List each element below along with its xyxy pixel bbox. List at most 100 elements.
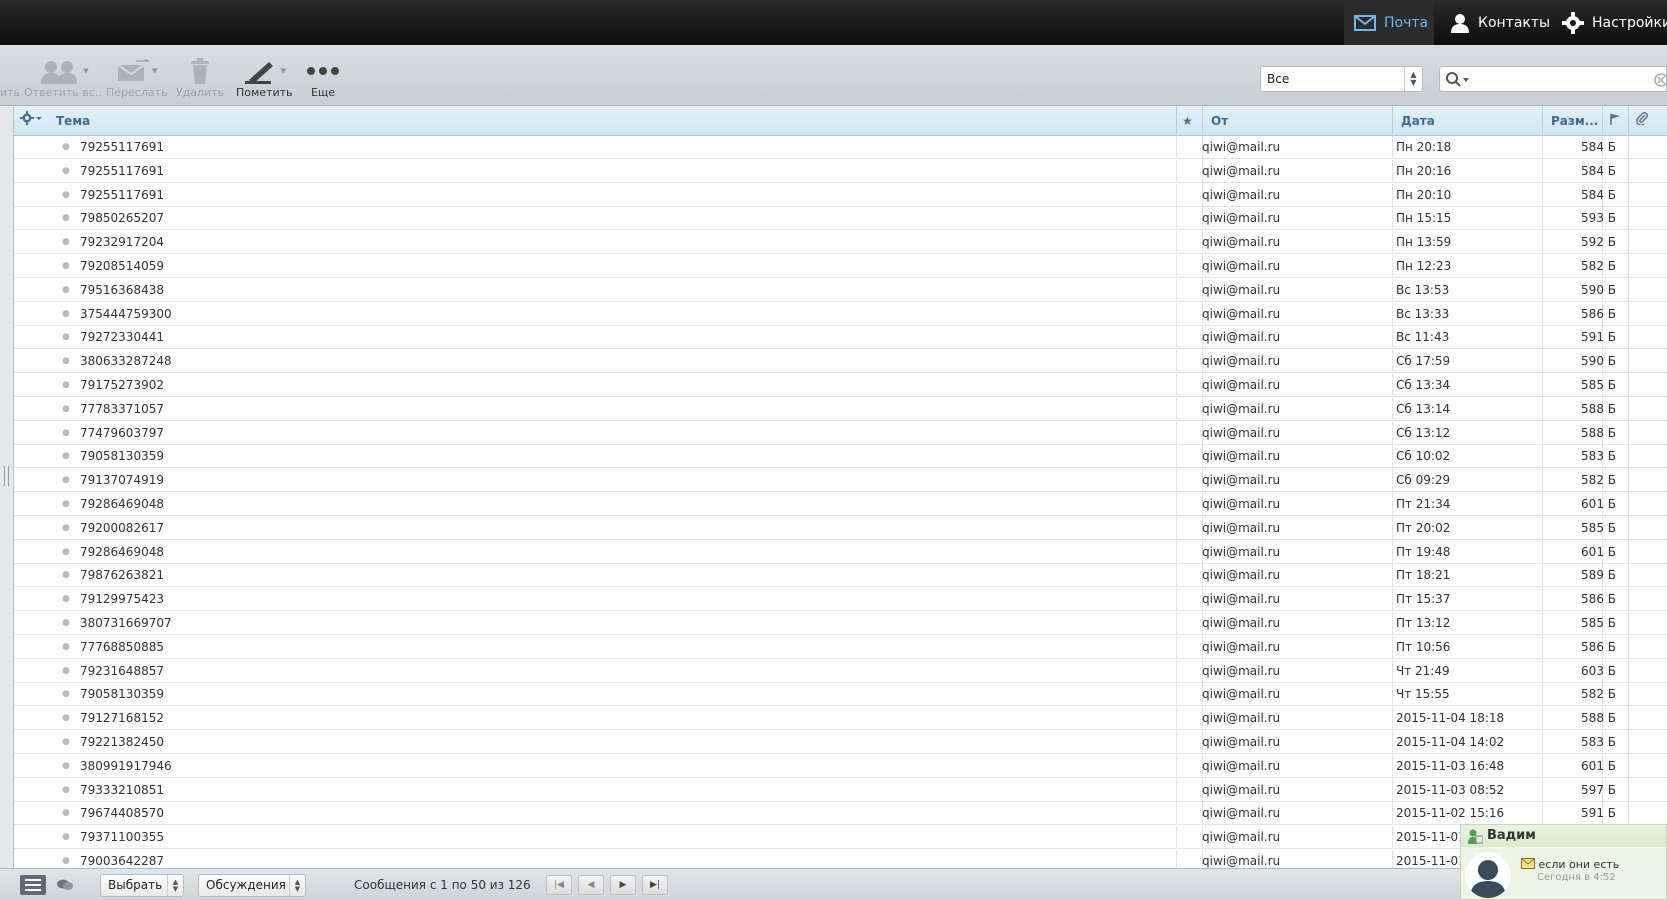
row-size: 582 Б	[1581, 473, 1616, 488]
table-row[interactable]: ● 380633287248 qiwi@mail.ru Сб 17:59 590 Б	[14, 350, 1667, 374]
column-from[interactable]: От	[1202, 106, 1392, 136]
column-size[interactable]: Разм...	[1542, 106, 1602, 136]
table-row[interactable]: ● 79058130359 qiwi@mail.ru Чт 15:55 582 Б	[14, 683, 1667, 707]
message-list: ● 79255117691 qiwi@mail.ru Пн 20:18 584 Б ● 79…	[14, 136, 1667, 868]
column-subject[interactable]: Тема	[48, 106, 1176, 136]
search-input[interactable]	[1439, 66, 1667, 92]
more-button[interactable]: Еще	[306, 56, 340, 102]
table-row[interactable]: ● 79231648857 qiwi@mail.ru Чт 21:49 603 Б	[14, 659, 1667, 683]
last-page-button[interactable]: ▶|	[642, 875, 668, 895]
column-flag[interactable]	[1602, 106, 1628, 136]
table-row[interactable]: ● 79333210851 qiwi@mail.ru 2015-11-03 08:52…	[14, 778, 1667, 802]
clear-search-icon[interactable]	[1654, 73, 1667, 87]
table-row[interactable]: ● 79286469048 qiwi@mail.ru Пт 19:48 601 Б	[14, 540, 1667, 564]
column-subject-label: Тема	[56, 114, 91, 128]
table-row[interactable]: ● 79232917204 qiwi@mail.ru Пн 13:59 592 Б	[14, 231, 1667, 255]
table-row[interactable]: ● 79221382450 qiwi@mail.ru 2015-11-04 14:02…	[14, 731, 1667, 754]
table-row[interactable]: ● 77768850885 qiwi@mail.ru Пт 10:56 586 Б	[14, 635, 1667, 659]
column-divider	[1392, 540, 1393, 563]
reply-all-button[interactable]: ▼ Ответить вс..	[24, 56, 102, 102]
table-row[interactable]: ● 380991917946 qiwi@mail.ru 2015-11-03 16:4…	[14, 754, 1667, 778]
nav-settings[interactable]: Настройки	[1562, 0, 1667, 45]
select-dropdown[interactable]: Выбрать ▲ ▼	[100, 874, 184, 897]
table-row[interactable]: ● 79200082617 qiwi@mail.ru Пт 20:02 585 Б	[14, 516, 1667, 540]
delete-button[interactable]: Удалить	[176, 56, 224, 102]
table-row[interactable]: ● 375444759300 qiwi@mail.ru Вс 13:33 586 Б	[14, 302, 1667, 326]
table-row[interactable]: ● 77783371057 qiwi@mail.ru Сб 13:14 588 Б	[14, 397, 1667, 421]
table-row[interactable]: ● 79208514059 qiwi@mail.ru Пн 12:23 582 Б	[14, 255, 1667, 278]
table-row[interactable]: ● 79371100355 qiwi@mail.ru 2015-11-01 19:34…	[14, 826, 1667, 850]
threads-dropdown[interactable]: Обсуждения ▲ ▼	[198, 874, 306, 897]
list-view-button[interactable]	[20, 875, 46, 895]
mark-button[interactable]: ▼ Пометить	[236, 56, 293, 102]
nav-contacts[interactable]: Контакты	[1450, 0, 1550, 45]
table-row[interactable]: ● 79876263821 qiwi@mail.ru Пт 18:21 589 Б	[14, 564, 1667, 588]
row-date: Пт 21:34	[1396, 497, 1451, 511]
table-row[interactable]: ● 79255117691 qiwi@mail.ru Пн 20:16 584 Б	[14, 159, 1667, 183]
row-size: 582 Б	[1581, 259, 1616, 273]
chat-header[interactable]: Вадим	[1461, 825, 1666, 847]
chat-message: если они есть	[1521, 858, 1619, 871]
reply-button[interactable]: ить	[0, 56, 20, 102]
column-date[interactable]: Дата	[1392, 106, 1542, 136]
nav-mail[interactable]: Почта	[1344, 0, 1434, 45]
prev-page-icon: ◀	[587, 880, 595, 890]
column-divider	[1628, 231, 1629, 254]
more-dots-icon	[307, 67, 339, 75]
row-from: qiwi@mail.ru	[1202, 401, 1281, 416]
table-row[interactable]: ● 79272330441 qiwi@mail.ru Вс 11:43 591 Б	[14, 326, 1667, 350]
row-date: Пт 15:37	[1396, 592, 1451, 607]
column-divider	[1628, 350, 1629, 373]
column-divider	[1392, 659, 1393, 682]
column-flagged-star[interactable]: ★	[1176, 106, 1202, 136]
column-divider	[1542, 326, 1543, 349]
table-row[interactable]: ● 79255117691 qiwi@mail.ru Пн 20:10 584 Б	[14, 183, 1667, 207]
row-from: qiwi@mail.ru	[1202, 663, 1281, 678]
prev-page-button[interactable]: ◀	[578, 875, 604, 895]
table-row[interactable]: ● 79850265207 qiwi@mail.ru Пн 15:15 593 Б	[14, 207, 1667, 231]
row-subject: 380991917946	[80, 758, 172, 773]
filter-select[interactable]: Все ▲ ▼	[1260, 66, 1423, 92]
flag-icon	[1610, 114, 1620, 125]
row-from: qiwi@mail.ru	[1202, 520, 1281, 535]
table-row[interactable]: ● 79129975423 qiwi@mail.ru Пт 15:37 586 Б	[14, 588, 1667, 612]
column-divider	[1628, 397, 1629, 420]
read-status-dot: ●	[62, 403, 70, 414]
first-page-button[interactable]: |◀	[546, 875, 572, 895]
column-divider	[1542, 445, 1543, 468]
table-row[interactable]: ● 79058130359 qiwi@mail.ru Сб 10:02 583 Б	[14, 445, 1667, 469]
table-row[interactable]: ● 380731669707 qiwi@mail.ru Пт 13:12 585 Б	[14, 612, 1667, 635]
chat-notification[interactable]: Вадим если они есть Сегодня в 4:52	[1460, 824, 1667, 900]
row-subject: 79255117691	[80, 187, 164, 202]
table-row[interactable]: ● 79674408570 qiwi@mail.ru 2015-11-02 15:16…	[14, 802, 1667, 826]
row-date: Пн 20:10	[1396, 187, 1452, 202]
row-size: 584 Б	[1581, 140, 1616, 154]
column-divider	[1542, 207, 1543, 230]
column-divider	[1176, 588, 1177, 611]
row-from: qiwi@mail.ru	[1202, 449, 1281, 464]
column-divider	[1176, 540, 1177, 563]
column-attachment[interactable]	[1628, 106, 1667, 136]
table-row[interactable]: ● 79286469048 qiwi@mail.ru Пт 21:34 601 Б	[14, 493, 1667, 516]
row-size: 593 Б	[1581, 211, 1616, 226]
row-subject: 79058130359	[80, 687, 164, 702]
column-divider	[1176, 516, 1177, 539]
column-divider	[1628, 778, 1629, 801]
resize-handle[interactable]	[4, 466, 9, 486]
next-page-button[interactable]: ▶	[610, 875, 636, 895]
column-divider	[1392, 350, 1393, 373]
table-row[interactable]: ● 79127168152 qiwi@mail.ru 2015-11-04 18:18…	[14, 707, 1667, 731]
table-row[interactable]: ● 79003642287 qiwi@mail.ru 2015-11-01	[14, 850, 1667, 868]
row-subject: 77783371057	[80, 401, 164, 416]
list-options-button[interactable]	[14, 106, 48, 136]
column-divider	[1628, 374, 1629, 396]
table-row[interactable]: ● 79516368438 qiwi@mail.ru Вс 13:53 590 Б	[14, 278, 1667, 302]
folder-panel-collapsed[interactable]	[0, 106, 14, 900]
column-divider	[1628, 255, 1629, 277]
table-row[interactable]: ● 79175273902 qiwi@mail.ru Сб 13:34 585 Б	[14, 374, 1667, 397]
thread-view-button[interactable]	[54, 875, 76, 895]
table-row[interactable]: ● 79255117691 qiwi@mail.ru Пн 20:18 584 Б	[14, 136, 1667, 159]
table-row[interactable]: ● 79137074919 qiwi@mail.ru Сб 09:29 582 Б	[14, 469, 1667, 493]
table-row[interactable]: ● 77479603797 qiwi@mail.ru Сб 13:12 588 Б	[14, 421, 1667, 445]
forward-button[interactable]: ▼ Переслать	[106, 56, 168, 102]
